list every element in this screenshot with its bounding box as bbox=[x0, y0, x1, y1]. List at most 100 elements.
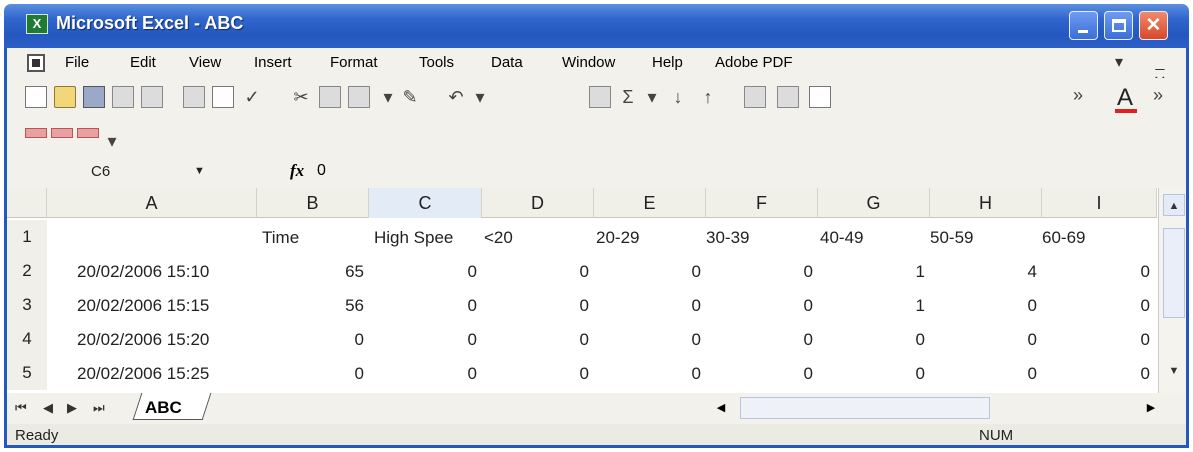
open-icon[interactable] bbox=[54, 86, 76, 108]
scroll-left-icon[interactable]: ◀ bbox=[710, 397, 732, 419]
scroll-right-icon[interactable]: ▶ bbox=[1140, 397, 1162, 419]
help-icon[interactable] bbox=[809, 86, 831, 108]
menu-tools[interactable]: Tools bbox=[419, 54, 454, 71]
cell-g2[interactable]: 1 bbox=[818, 262, 925, 282]
horizontal-scrollbar[interactable]: ◀ ▶ bbox=[710, 397, 1170, 419]
close-button[interactable]: ✕ bbox=[1139, 11, 1168, 40]
cell-b2[interactable]: 65 bbox=[257, 262, 364, 282]
row-header-5[interactable]: 5 bbox=[7, 356, 47, 390]
menu-format[interactable]: Format bbox=[330, 54, 378, 71]
minimize-button[interactable] bbox=[1069, 11, 1098, 40]
column-header-h[interactable]: H bbox=[930, 188, 1042, 218]
column-header-c[interactable]: C bbox=[369, 188, 482, 218]
cell-h3[interactable]: 0 bbox=[930, 296, 1037, 316]
row-header-3[interactable]: 3 bbox=[7, 288, 47, 322]
cell-g5[interactable]: 0 bbox=[818, 364, 925, 384]
first-sheet-icon[interactable]: ⏮ bbox=[15, 400, 27, 416]
next-sheet-icon[interactable]: ▶ bbox=[67, 400, 77, 416]
cell-e4[interactable]: 0 bbox=[594, 330, 701, 350]
cell-d3[interactable]: 0 bbox=[482, 296, 589, 316]
column-header-b[interactable]: B bbox=[257, 188, 369, 218]
menu-help[interactable]: Help bbox=[652, 54, 683, 71]
maximize-button[interactable] bbox=[1104, 11, 1133, 40]
menu-edit[interactable]: Edit bbox=[130, 54, 156, 71]
save-icon[interactable] bbox=[83, 86, 105, 108]
row-header-2[interactable]: 2 bbox=[7, 254, 47, 288]
cell-e3[interactable]: 0 bbox=[594, 296, 701, 316]
last-sheet-icon[interactable]: ⏭ bbox=[93, 400, 105, 416]
column-header-a[interactable]: A bbox=[47, 188, 257, 218]
excel-icon[interactable]: X bbox=[26, 14, 48, 34]
email-icon[interactable] bbox=[141, 86, 163, 108]
font-color-dropdown-icon[interactable]: » bbox=[1147, 84, 1169, 106]
sort-ascending-icon[interactable]: ↓ bbox=[667, 86, 689, 108]
cell-i5[interactable]: 0 bbox=[1042, 364, 1150, 384]
toolbar-options-icon[interactable]: ▾ bbox=[101, 130, 123, 152]
autosum-icon[interactable]: Σ bbox=[617, 86, 639, 108]
drawing-icon[interactable] bbox=[777, 86, 799, 108]
new-icon[interactable] bbox=[25, 86, 47, 108]
menu-file[interactable]: File bbox=[65, 54, 89, 71]
sheet-tab-label[interactable]: ABC bbox=[145, 398, 182, 418]
cell-f5[interactable]: 0 bbox=[706, 364, 813, 384]
spelling-icon[interactable]: ✓ bbox=[241, 86, 263, 108]
cell-c4[interactable]: 0 bbox=[369, 330, 477, 350]
cell-d4[interactable]: 0 bbox=[482, 330, 589, 350]
menu-view[interactable]: View bbox=[189, 54, 221, 71]
column-header-g[interactable]: G bbox=[818, 188, 930, 218]
cell-d2[interactable]: 0 bbox=[482, 262, 589, 282]
vertical-scroll-thumb[interactable] bbox=[1163, 228, 1185, 318]
copy-icon[interactable] bbox=[319, 86, 341, 108]
cell-f1[interactable]: 30-39 bbox=[706, 228, 749, 248]
menu-adobe-pdf[interactable]: Adobe PDF bbox=[715, 54, 793, 71]
convert-pdf-icon[interactable] bbox=[25, 128, 47, 138]
cell-b1[interactable]: Time bbox=[262, 228, 299, 248]
undo-dropdown-icon[interactable]: ▾ bbox=[469, 86, 491, 108]
formula-input[interactable]: 0 bbox=[317, 162, 326, 180]
scroll-down-icon[interactable]: ▼ bbox=[1163, 360, 1185, 382]
scroll-up-icon[interactable]: ▲ bbox=[1163, 194, 1185, 216]
name-box[interactable]: C6 bbox=[91, 163, 110, 180]
cell-f2[interactable]: 0 bbox=[706, 262, 813, 282]
autosum-dropdown-icon[interactable]: ▾ bbox=[641, 86, 663, 108]
cell-i4[interactable]: 0 bbox=[1042, 330, 1150, 350]
cell-b5[interactable]: 0 bbox=[257, 364, 364, 384]
convert-email-pdf-icon[interactable] bbox=[51, 128, 73, 138]
font-color-icon[interactable]: A bbox=[1117, 84, 1133, 112]
cell-c2[interactable]: 0 bbox=[369, 262, 477, 282]
cell-c1[interactable]: High Spee bbox=[374, 228, 453, 248]
column-header-e[interactable]: E bbox=[594, 188, 706, 218]
chart-icon[interactable] bbox=[744, 86, 766, 108]
print-icon[interactable] bbox=[183, 86, 205, 108]
cell-b4[interactable]: 0 bbox=[257, 330, 364, 350]
cell-f3[interactable]: 0 bbox=[706, 296, 813, 316]
sort-descending-icon[interactable]: ↑ bbox=[697, 86, 719, 108]
cell-f4[interactable]: 0 bbox=[706, 330, 813, 350]
cell-e2[interactable]: 0 bbox=[594, 262, 701, 282]
menu-window[interactable]: Window bbox=[562, 54, 615, 71]
cell-c3[interactable]: 0 bbox=[369, 296, 477, 316]
cell-h5[interactable]: 0 bbox=[930, 364, 1037, 384]
cell-e1[interactable]: 20-29 bbox=[596, 228, 639, 248]
cell-d5[interactable]: 0 bbox=[482, 364, 589, 384]
vertical-scrollbar[interactable]: ▲ ▼ bbox=[1158, 188, 1186, 393]
cell-i1[interactable]: 60-69 bbox=[1042, 228, 1085, 248]
cell-a4[interactable]: 20/02/2006 15:20 bbox=[77, 330, 209, 350]
cell-a3[interactable]: 20/02/2006 15:15 bbox=[77, 296, 209, 316]
cell-g3[interactable]: 1 bbox=[818, 296, 925, 316]
cell-a2[interactable]: 20/02/2006 15:10 bbox=[77, 262, 209, 282]
cell-d1[interactable]: <20 bbox=[484, 228, 513, 248]
row-header-1[interactable]: 1 bbox=[7, 220, 47, 254]
permission-icon[interactable] bbox=[112, 86, 134, 108]
convert-review-pdf-icon[interactable] bbox=[77, 128, 99, 138]
cell-a5[interactable]: 20/02/2006 15:25 bbox=[77, 364, 209, 384]
web-icon[interactable] bbox=[589, 86, 611, 108]
select-all-corner[interactable] bbox=[7, 188, 47, 218]
name-box-dropdown-icon[interactable]: ▼ bbox=[194, 165, 205, 177]
insert-function-icon[interactable]: fx bbox=[290, 161, 304, 181]
paste-dropdown-icon[interactable]: ▾ bbox=[377, 86, 399, 108]
horizontal-scroll-thumb[interactable] bbox=[740, 397, 990, 419]
menu-insert[interactable]: Insert bbox=[254, 54, 292, 71]
undo-icon[interactable]: ↶ bbox=[445, 86, 467, 108]
menu-data[interactable]: Data bbox=[491, 54, 523, 71]
